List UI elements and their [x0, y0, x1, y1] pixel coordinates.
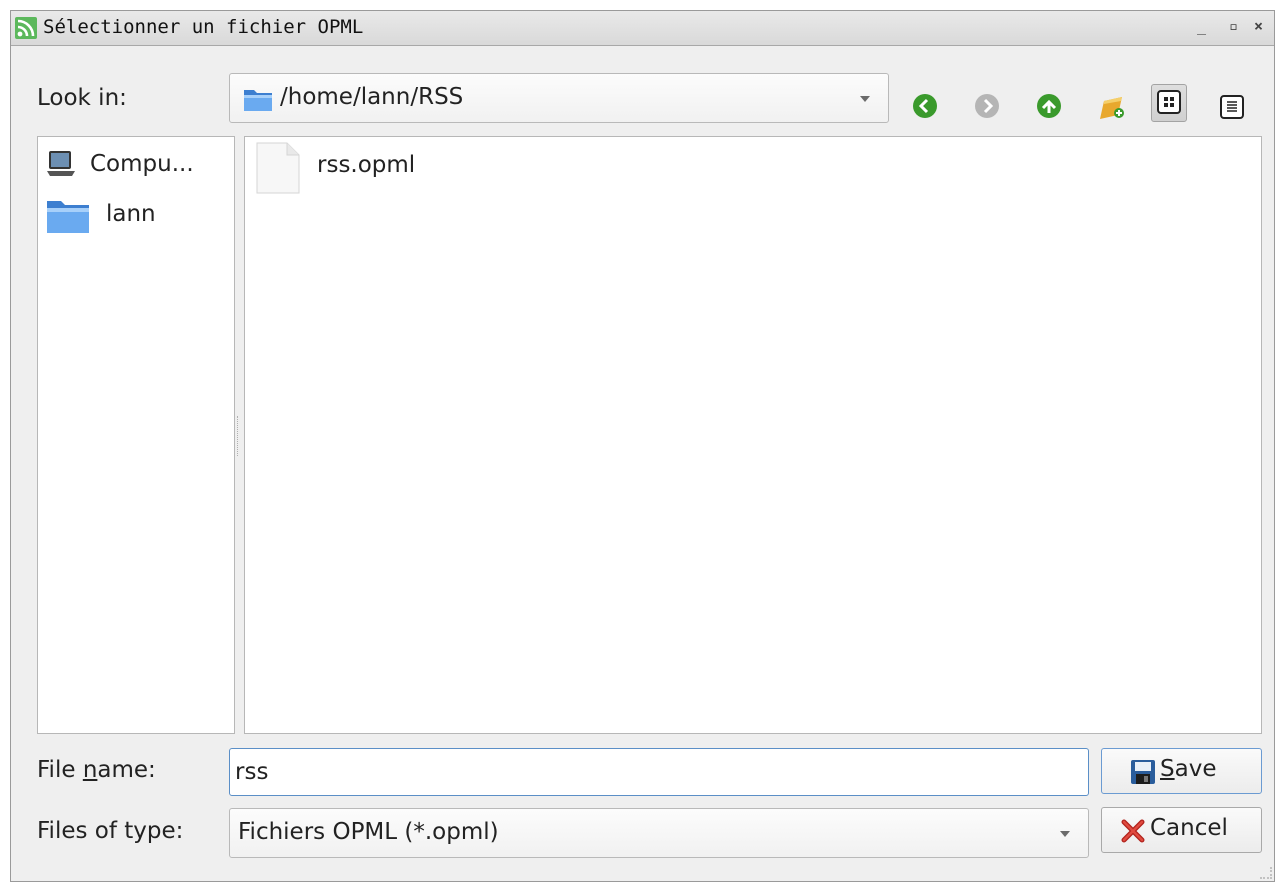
detail-view-icon[interactable] [1215, 90, 1247, 122]
file-name-input[interactable] [229, 748, 1089, 796]
file-dialog: Sélectionner un fichier OPML _ ▫ × Look … [10, 10, 1275, 882]
file-list[interactable]: rss.opml [244, 136, 1262, 734]
minimize-button[interactable]: _ [1197, 17, 1206, 35]
cancel-button-label: Cancel [1150, 815, 1228, 841]
splitter-handle[interactable] [237, 416, 241, 456]
cancel-button[interactable]: Cancel [1101, 807, 1262, 853]
folder-icon [243, 86, 273, 116]
sidebar-item-lann[interactable]: lann [44, 195, 229, 235]
look-in-combobox[interactable]: /home/lann/RSS [229, 73, 889, 123]
chevron-down-icon [860, 96, 870, 102]
file-name-label: File name: [37, 757, 156, 783]
files-of-type-combobox[interactable]: Fichiers OPML (*.opml) [229, 808, 1089, 858]
files-of-type-label: Files of type: [37, 818, 184, 844]
save-button[interactable]: Save [1101, 748, 1262, 794]
title-bar[interactable]: Sélectionner un fichier OPML _ ▫ × [11, 11, 1274, 46]
look-in-label: Look in: [37, 85, 127, 111]
back-icon[interactable] [909, 90, 941, 122]
files-of-type-value: Fichiers OPML (*.opml) [238, 819, 499, 845]
forward-icon[interactable] [971, 90, 1003, 122]
sidebar-item-label: lann [106, 201, 156, 227]
parent-directory-icon[interactable] [1033, 90, 1065, 122]
close-button[interactable]: × [1254, 17, 1263, 35]
sidebar: Compu... lann [37, 136, 235, 734]
computer-icon [46, 149, 76, 181]
sidebar-item-computer[interactable]: Compu... [44, 145, 229, 185]
floppy-disk-icon [1130, 759, 1156, 789]
rss-icon [15, 17, 37, 39]
resize-grip[interactable] [1260, 867, 1272, 879]
sidebar-item-label: Compu... [90, 151, 194, 177]
chevron-down-icon [1060, 831, 1070, 837]
new-folder-icon[interactable] [1095, 90, 1127, 122]
look-in-path: /home/lann/RSS [280, 84, 464, 110]
folder-icon [46, 197, 90, 239]
save-button-label: Save [1160, 756, 1217, 782]
document-icon [255, 142, 301, 198]
cancel-x-icon [1120, 818, 1146, 848]
file-name-label: rss.opml [317, 152, 416, 178]
window-title: Sélectionner un fichier OPML [43, 16, 364, 38]
restore-button[interactable]: ▫ [1229, 17, 1238, 35]
icon-view-icon[interactable] [1151, 84, 1187, 122]
